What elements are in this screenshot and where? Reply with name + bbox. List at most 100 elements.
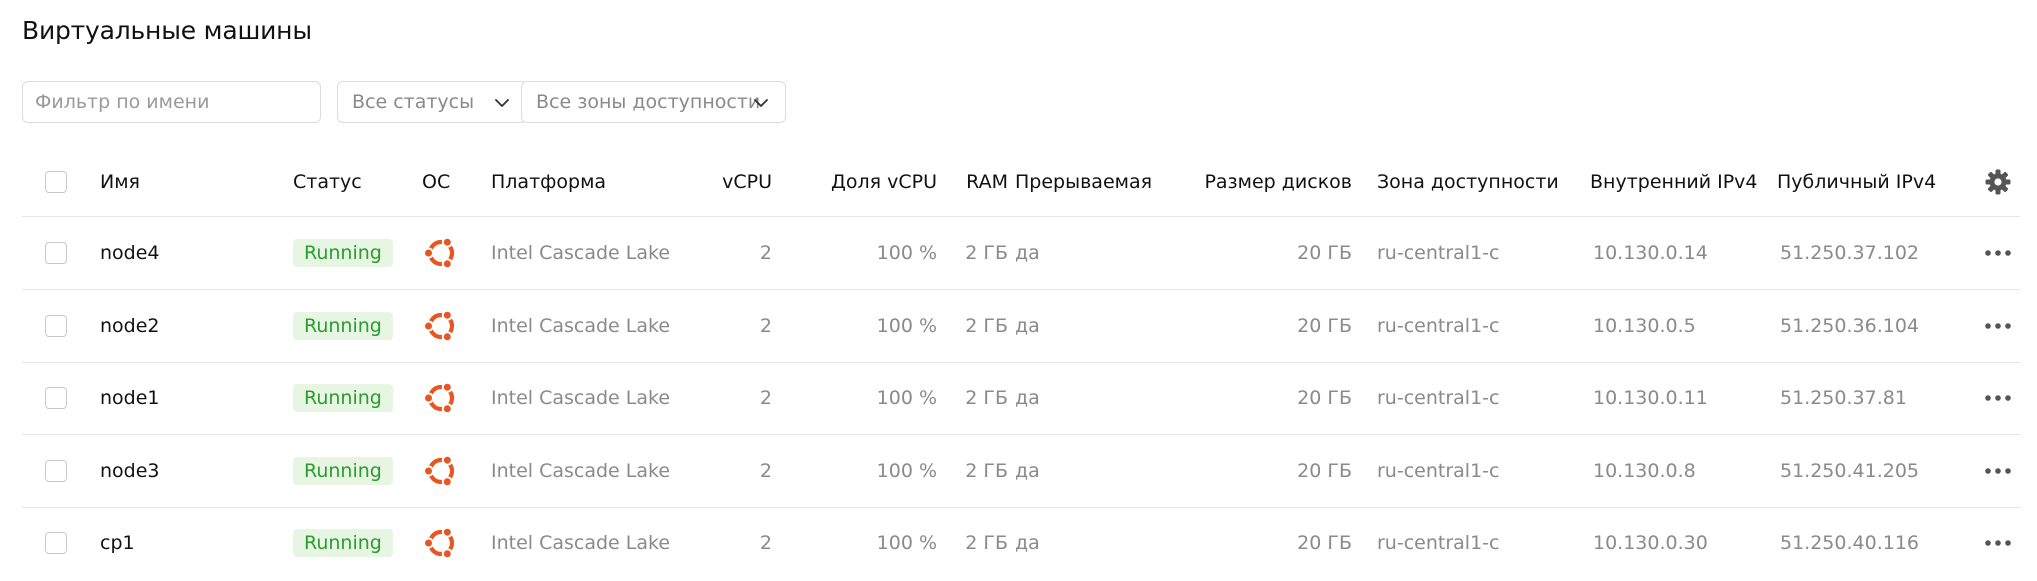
status-cell: Running (293, 435, 403, 507)
column-settings-cell (1978, 148, 2018, 216)
vm-name[interactable]: node3 (100, 435, 250, 507)
os-cell (422, 507, 472, 579)
vcpu-cell: 2 (759, 532, 772, 554)
header-status[interactable]: Статус (293, 148, 403, 216)
status-cell: Running (293, 290, 403, 362)
os-cell (422, 290, 472, 362)
ram-cell: 2 ГБ (965, 532, 1008, 554)
vm-name[interactable]: node1 (100, 362, 250, 434)
ram-cell: 2 ГБ (965, 459, 1008, 482)
internal-ipv4-cell: 10.130.0.11 (1593, 387, 1708, 409)
table-header: Имя Статус ОС Платформа vCPU Доля vCPU R… (22, 148, 2020, 217)
header-vcpu[interactable]: vCPU (672, 148, 772, 216)
vcpu-share-cell: 100 % (876, 387, 937, 409)
chevron-down-icon (754, 99, 768, 107)
status-cell: Running (293, 362, 403, 434)
row-checkbox[interactable] (45, 387, 67, 409)
preemptible-cell: да (1015, 242, 1040, 264)
header-internal-ipv4[interactable]: Внутренний IPv4 (1590, 148, 1770, 216)
row-checkbox-cell (45, 435, 69, 507)
disk-size-cell: 20 ГБ (1297, 314, 1352, 337)
zone-cell: ru-central1-c (1377, 532, 1500, 554)
preemptible-cell: да (1015, 459, 1040, 482)
disk-size-cell: 20 ГБ (1297, 459, 1352, 482)
ubuntu-icon (423, 236, 455, 270)
ubuntu-icon (423, 526, 455, 560)
status-badge: Running (293, 239, 393, 267)
header-ram[interactable]: RAM (942, 148, 1008, 216)
zone-cell: ru-central1-c (1377, 242, 1500, 264)
row-actions-cell (1978, 507, 2018, 579)
header-disk-size[interactable]: Размер дисков (1162, 148, 1352, 216)
status-select[interactable]: Все статусы (337, 81, 527, 123)
os-cell (422, 435, 472, 507)
table-row[interactable]: node2 Running Intel Cascade Lake 2 100 %… (22, 290, 2020, 363)
table-row[interactable]: node1 Running Intel Cascade Lake 2 100 %… (22, 362, 2020, 435)
internal-ipv4-cell: 10.130.0.5 (1593, 314, 1696, 337)
status-cell: Running (293, 217, 403, 289)
more-horizontal-icon[interactable] (1982, 537, 2014, 549)
row-actions-cell (1978, 217, 2018, 289)
header-zone[interactable]: Зона доступности (1377, 148, 1577, 216)
public-ipv4-cell: 51.250.36.104 (1780, 314, 1920, 337)
public-ipv4-cell: 51.250.40.116 (1780, 532, 1920, 554)
ram-cell: 2 ГБ (965, 314, 1008, 337)
ram-cell: 2 ГБ (965, 387, 1008, 409)
disk-size-cell: 20 ГБ (1297, 242, 1352, 264)
internal-ipv4-cell: 10.130.0.8 (1593, 459, 1696, 482)
ubuntu-icon (423, 381, 455, 415)
platform-cell: Intel Cascade Lake (491, 532, 671, 554)
row-checkbox-cell (45, 507, 69, 579)
header-platform[interactable]: Платформа (491, 148, 691, 216)
page-title: Виртуальные машины (22, 16, 312, 45)
row-checkbox-cell (45, 362, 69, 434)
more-horizontal-icon[interactable] (1982, 392, 2014, 404)
gear-icon[interactable] (1984, 168, 2012, 196)
os-cell (422, 217, 472, 289)
select-all-cell (45, 148, 69, 216)
header-os: ОС (422, 171, 451, 193)
status-badge: Running (293, 529, 393, 557)
zone-cell: ru-central1-c (1377, 459, 1500, 482)
vcpu-share-cell: 100 % (876, 314, 937, 337)
row-actions-cell (1978, 290, 2018, 362)
vm-name[interactable]: cp1 (100, 507, 250, 579)
header-name[interactable]: Имя (100, 148, 250, 216)
header-public-ipv4[interactable]: Публичный IPv4 (1777, 148, 1977, 216)
row-checkbox-cell (45, 217, 69, 289)
status-select-label: Все статусы (352, 91, 475, 113)
row-checkbox[interactable] (45, 459, 67, 482)
row-checkbox[interactable] (45, 314, 67, 337)
os-cell (422, 362, 472, 434)
zone-cell: ru-central1-c (1377, 314, 1500, 337)
vcpu-cell: 2 (759, 387, 772, 409)
zone-select[interactable]: Все зоны доступности (521, 81, 786, 123)
table-row[interactable]: node4 Running Intel Cascade Lake 2 100 %… (22, 217, 2020, 290)
table-row[interactable]: cp1 Running Intel Cascade Lake 2 100 % 2… (22, 507, 2020, 579)
name-filter-input[interactable] (22, 81, 321, 123)
status-badge: Running (293, 311, 393, 340)
vcpu-cell: 2 (759, 242, 772, 264)
preemptible-cell: да (1015, 387, 1040, 409)
vm-name[interactable]: node4 (100, 217, 250, 289)
row-checkbox[interactable] (45, 532, 67, 554)
more-horizontal-icon[interactable] (1982, 247, 2014, 259)
more-horizontal-icon[interactable] (1982, 465, 2014, 477)
public-ipv4-cell: 51.250.37.102 (1780, 242, 1920, 264)
vcpu-share-cell: 100 % (876, 459, 937, 482)
header-preemptible[interactable]: Прерываемая (1015, 148, 1165, 216)
zone-select-label: Все зоны доступности (536, 91, 761, 113)
row-checkbox[interactable] (45, 242, 67, 264)
table-row[interactable]: node3 Running Intel Cascade Lake 2 100 %… (22, 435, 2020, 508)
ubuntu-icon (423, 309, 455, 342)
public-ipv4-cell: 51.250.41.205 (1780, 459, 1920, 482)
vm-list-page: Виртуальные машины Все статусы Все зоны … (0, 0, 2037, 581)
row-actions-cell (1978, 362, 2018, 434)
header-vcpu-share[interactable]: Доля vCPU (782, 148, 937, 216)
row-checkbox-cell (45, 290, 69, 362)
select-all-checkbox[interactable] (45, 171, 67, 193)
more-horizontal-icon[interactable] (1982, 320, 2014, 332)
disk-size-cell: 20 ГБ (1297, 532, 1352, 554)
vcpu-cell: 2 (759, 459, 772, 482)
vm-name[interactable]: node2 (100, 290, 250, 362)
